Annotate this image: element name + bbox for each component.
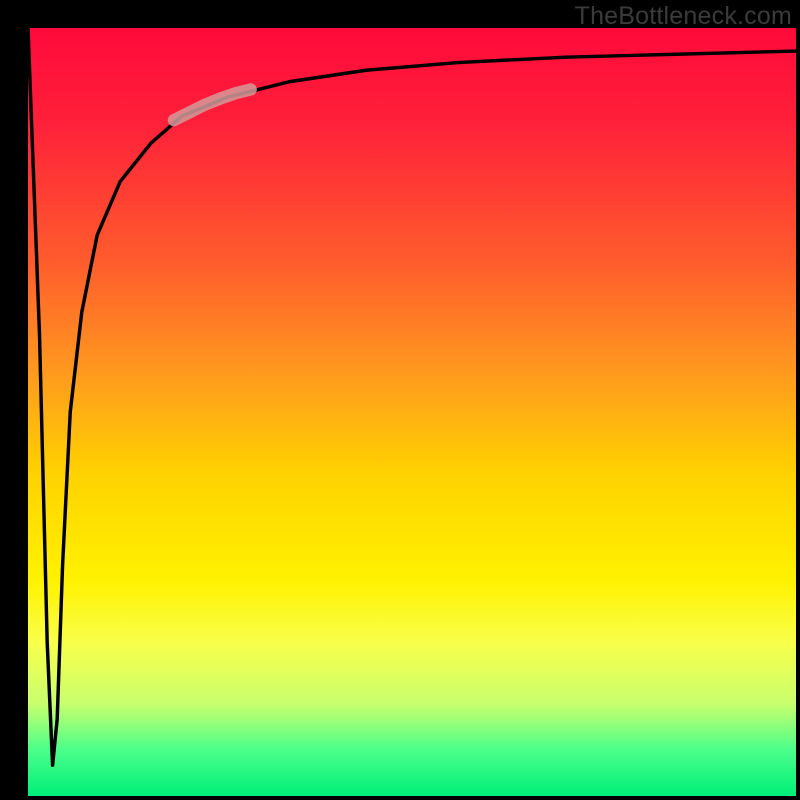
- bottleneck-curve: [28, 28, 796, 765]
- highlight-segment: [174, 89, 251, 120]
- watermark-label: TheBottleneck.com: [575, 2, 792, 31]
- curve-layer: [28, 28, 796, 796]
- chart-frame: TheBottleneck.com: [0, 0, 800, 800]
- plot-area: [28, 28, 796, 796]
